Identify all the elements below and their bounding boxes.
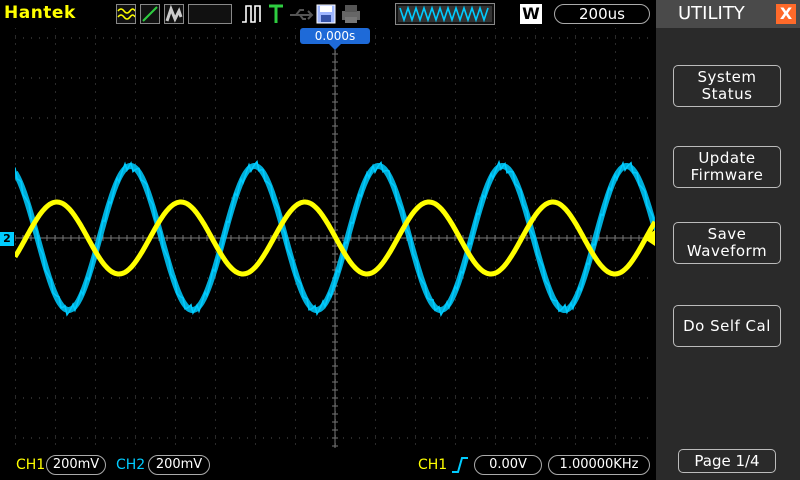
- memory-waveform-indicator: [395, 3, 495, 25]
- ch1-label[interactable]: CH1: [16, 457, 45, 473]
- printer-icon[interactable]: [340, 3, 362, 25]
- trigger-position-readout[interactable]: 0.000s: [300, 28, 370, 44]
- brand-logo: Hantek: [4, 3, 76, 23]
- trigger-status-icon: [268, 3, 284, 25]
- graticule: [12, 27, 658, 448]
- utility-menu: UTILITY X System Status Update Firmware …: [656, 0, 800, 480]
- sample-mode-icon[interactable]: [116, 4, 136, 24]
- frequency-counter: 1.00000KHz: [548, 455, 650, 475]
- ch2-label[interactable]: CH2: [116, 457, 145, 473]
- timebase-readout[interactable]: 200us: [554, 4, 650, 24]
- system-status-button[interactable]: System Status: [673, 65, 781, 107]
- trigger-level[interactable]: 0.00V: [474, 455, 542, 475]
- display-mode-box: [188, 4, 232, 24]
- average-mode-icon[interactable]: [164, 4, 184, 24]
- menu-title: UTILITY: [678, 3, 745, 24]
- trigger-source[interactable]: CH1: [418, 457, 447, 473]
- page-indicator-button[interactable]: Page 1/4: [678, 449, 776, 473]
- update-firmware-button[interactable]: Update Firmware: [673, 146, 781, 188]
- ch1-scale[interactable]: 200mV: [46, 455, 106, 475]
- save-disk-icon[interactable]: [316, 3, 336, 25]
- ch2-ground-marker[interactable]: 2: [0, 232, 14, 246]
- close-button[interactable]: X: [776, 4, 796, 24]
- trigger-edge-icon: [240, 3, 264, 25]
- peak-detect-icon[interactable]: [140, 4, 160, 24]
- trigger-position-arrow: [329, 44, 341, 50]
- top-status-bar: Hantek W 200us: [0, 0, 656, 28]
- memory-badge: W: [520, 4, 542, 24]
- waveform-display: [12, 27, 658, 448]
- rising-edge-icon: [450, 455, 470, 479]
- save-waveform-button[interactable]: Save Waveform: [673, 222, 781, 264]
- menu-title-bar: UTILITY X: [656, 0, 800, 28]
- ch2-scale[interactable]: 200mV: [148, 455, 210, 475]
- trigger-level-marker[interactable]: [643, 230, 655, 246]
- usb-icon: [288, 3, 314, 25]
- self-cal-button[interactable]: Do Self Cal: [673, 305, 781, 347]
